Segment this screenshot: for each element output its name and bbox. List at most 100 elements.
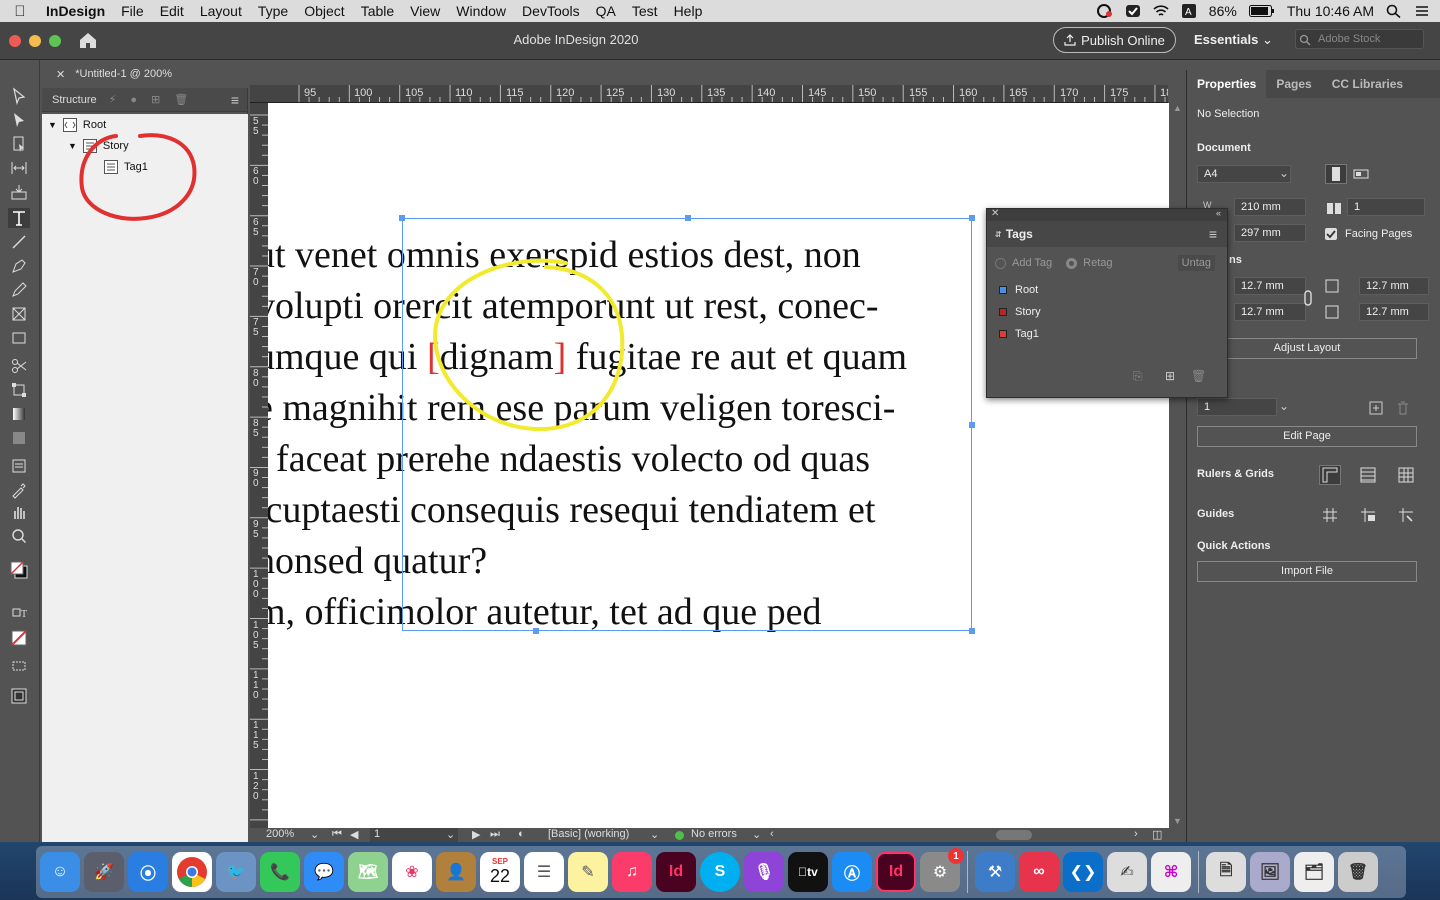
scroll-right-icon[interactable]: › [1134,828,1138,840]
new-element-icon[interactable]: ⊞ [151,93,160,106]
new-tag-icon[interactable]: ⊞ [1165,369,1175,383]
first-page-icon[interactable]: ⏮ [332,828,342,841]
menu-layout[interactable]: Layout [192,3,250,19]
spotlight-search-icon[interactable] [1386,4,1402,18]
number-of-pages-field[interactable]: 1 [1347,198,1425,216]
frame-handle[interactable] [969,422,975,428]
menu-table[interactable]: Table [353,3,402,19]
music-icon[interactable]: ♫ [612,852,652,892]
note-tool-icon[interactable] [8,456,30,476]
chevron-down-icon[interactable]: ⌄ [752,828,761,841]
add-page-icon[interactable] [1365,398,1387,418]
preview-app-icon[interactable]: 🐦 [216,852,256,892]
page-size-select[interactable]: A4 [1197,165,1291,183]
chevron-down-icon[interactable]: ⌄ [1279,399,1289,413]
tab-cc-libraries[interactable]: CC Libraries [1322,70,1413,98]
indesign-icon[interactable]: Id [656,852,696,892]
lightning-icon[interactable]: ⚡ [109,93,117,106]
scroll-left-icon[interactable]: ‹ [770,828,774,840]
link-margins-icon[interactable] [1297,288,1319,308]
pen-tool-icon[interactable] [8,256,30,276]
page-select[interactable]: 1 [1197,398,1277,416]
lock-guides-icon[interactable] [1357,505,1379,525]
document-tab[interactable]: ✕ *Untitled-1 @ 200% [42,60,188,88]
baseline-grid-icon[interactable] [1357,465,1379,485]
skype-icon[interactable]: S [700,852,740,892]
tag-item-root[interactable]: Root [987,279,1227,301]
ruler-corner[interactable] [250,85,268,103]
apple-tv-icon[interactable]: tv [788,852,828,892]
facing-pages-checkbox[interactable] [1325,228,1337,240]
publish-online-button[interactable]: Publish Online [1053,27,1176,53]
vscode-icon[interactable]: ❮❯ [1063,852,1103,892]
tab-pages[interactable]: Pages [1266,70,1321,98]
sort-icon[interactable]: ⇵ [995,230,1002,239]
battery-icon[interactable] [1248,5,1275,17]
apply-none-icon[interactable] [8,628,30,648]
app-store-icon[interactable]: Ⓐ [832,852,872,892]
delete-page-icon[interactable] [1392,398,1414,418]
adobe-stock-search-input[interactable]: Adobe Stock [1295,29,1424,49]
workspace-switcher[interactable]: Essentials ⌄ [1194,32,1273,48]
keyboard-input-icon[interactable]: A [1181,4,1197,18]
menu-window[interactable]: Window [448,3,514,19]
creative-cloud-icon[interactable] [1096,4,1113,18]
split-window-icon[interactable]: ◫ [1152,828,1162,841]
frame-handle[interactable] [399,215,405,221]
tags-panel-grip[interactable]: ✕ « [987,208,1227,221]
frame-handle[interactable] [969,215,975,221]
apple-menu-icon[interactable]:  [0,3,40,20]
document-grid-icon[interactable] [1395,465,1417,485]
chevron-down-icon[interactable]: ⌄ [446,828,455,841]
chevron-down-icon[interactable]: ⌄ [650,828,659,841]
margin-top-field[interactable]: 12.7 mm [1234,277,1306,295]
collapse-icon[interactable]: « [1216,208,1221,218]
import-file-button[interactable]: Import File [1197,561,1417,582]
zoom-tool-icon[interactable] [8,526,30,546]
add-tag-radio[interactable] [995,257,1006,269]
preflight-profile[interactable]: [Basic] (working) [548,828,629,840]
instruments-icon[interactable]: ⌘ [1151,852,1191,892]
menu-edit[interactable]: Edit [152,3,192,19]
screenshots-folder-icon[interactable]: 🖼 [1250,852,1290,892]
notes-icon[interactable]: ✎ [568,852,608,892]
next-page-icon[interactable]: ▶ [472,828,480,841]
trash-icon[interactable]: 🗑 [1191,369,1206,383]
untag-button[interactable]: Untag [1177,255,1215,271]
xcode-icon[interactable]: ⚒ [975,852,1015,892]
contacts-icon[interactable]: 👤 [436,852,476,892]
previous-page-icon[interactable]: ◀ [350,828,358,841]
system-preferences-icon[interactable]: ⚙ 1 [920,848,964,892]
chevron-down-icon[interactable]: ⌄ [310,828,319,841]
zoom-level[interactable]: 200% [266,828,294,840]
tag-options-icon[interactable]: ⎘ [1133,369,1143,384]
preview-mode-icon[interactable] [8,686,30,706]
messages-icon[interactable]: 💬 [304,852,344,892]
preflight-icon[interactable]: ◐ [518,828,525,840]
eyedropper-tool-icon[interactable] [8,480,30,500]
preflight-errors[interactable]: No errors [691,828,737,840]
trash-icon[interactable]: 🗑 [1338,852,1378,892]
menu-type[interactable]: Type [250,3,296,19]
tag-item-story[interactable]: Story [987,301,1227,323]
last-page-icon[interactable]: ⏭ [490,828,500,841]
safari-icon[interactable]: ⦿ [128,852,168,892]
launchpad-icon[interactable]: 🚀 [84,852,124,892]
rectangle-tool-icon[interactable] [8,328,30,348]
menu-qa[interactable]: QA [588,3,624,19]
gradient-feather-tool-icon[interactable] [8,428,30,448]
page-height-field[interactable]: 297 mm [1234,224,1306,242]
retag-radio[interactable] [1066,257,1078,269]
menu-test[interactable]: Test [624,3,666,19]
margin-bottom-field[interactable]: 12.7 mm [1234,303,1306,321]
trash-icon[interactable]: 🗑 [174,93,188,106]
checkmark-shield-icon[interactable] [1125,4,1141,18]
menu-app-indesign[interactable]: InDesign [40,3,113,19]
photos-icon[interactable]: ❀ [392,852,432,892]
gradient-swatch-tool-icon[interactable] [8,404,30,424]
line-tool-icon[interactable] [8,232,30,252]
menu-view[interactable]: View [402,3,448,19]
maps-icon[interactable]: 🗺 [348,852,388,892]
finder-icon[interactable]: ☺ [40,852,80,892]
direct-selection-tool-icon[interactable] [8,110,30,130]
